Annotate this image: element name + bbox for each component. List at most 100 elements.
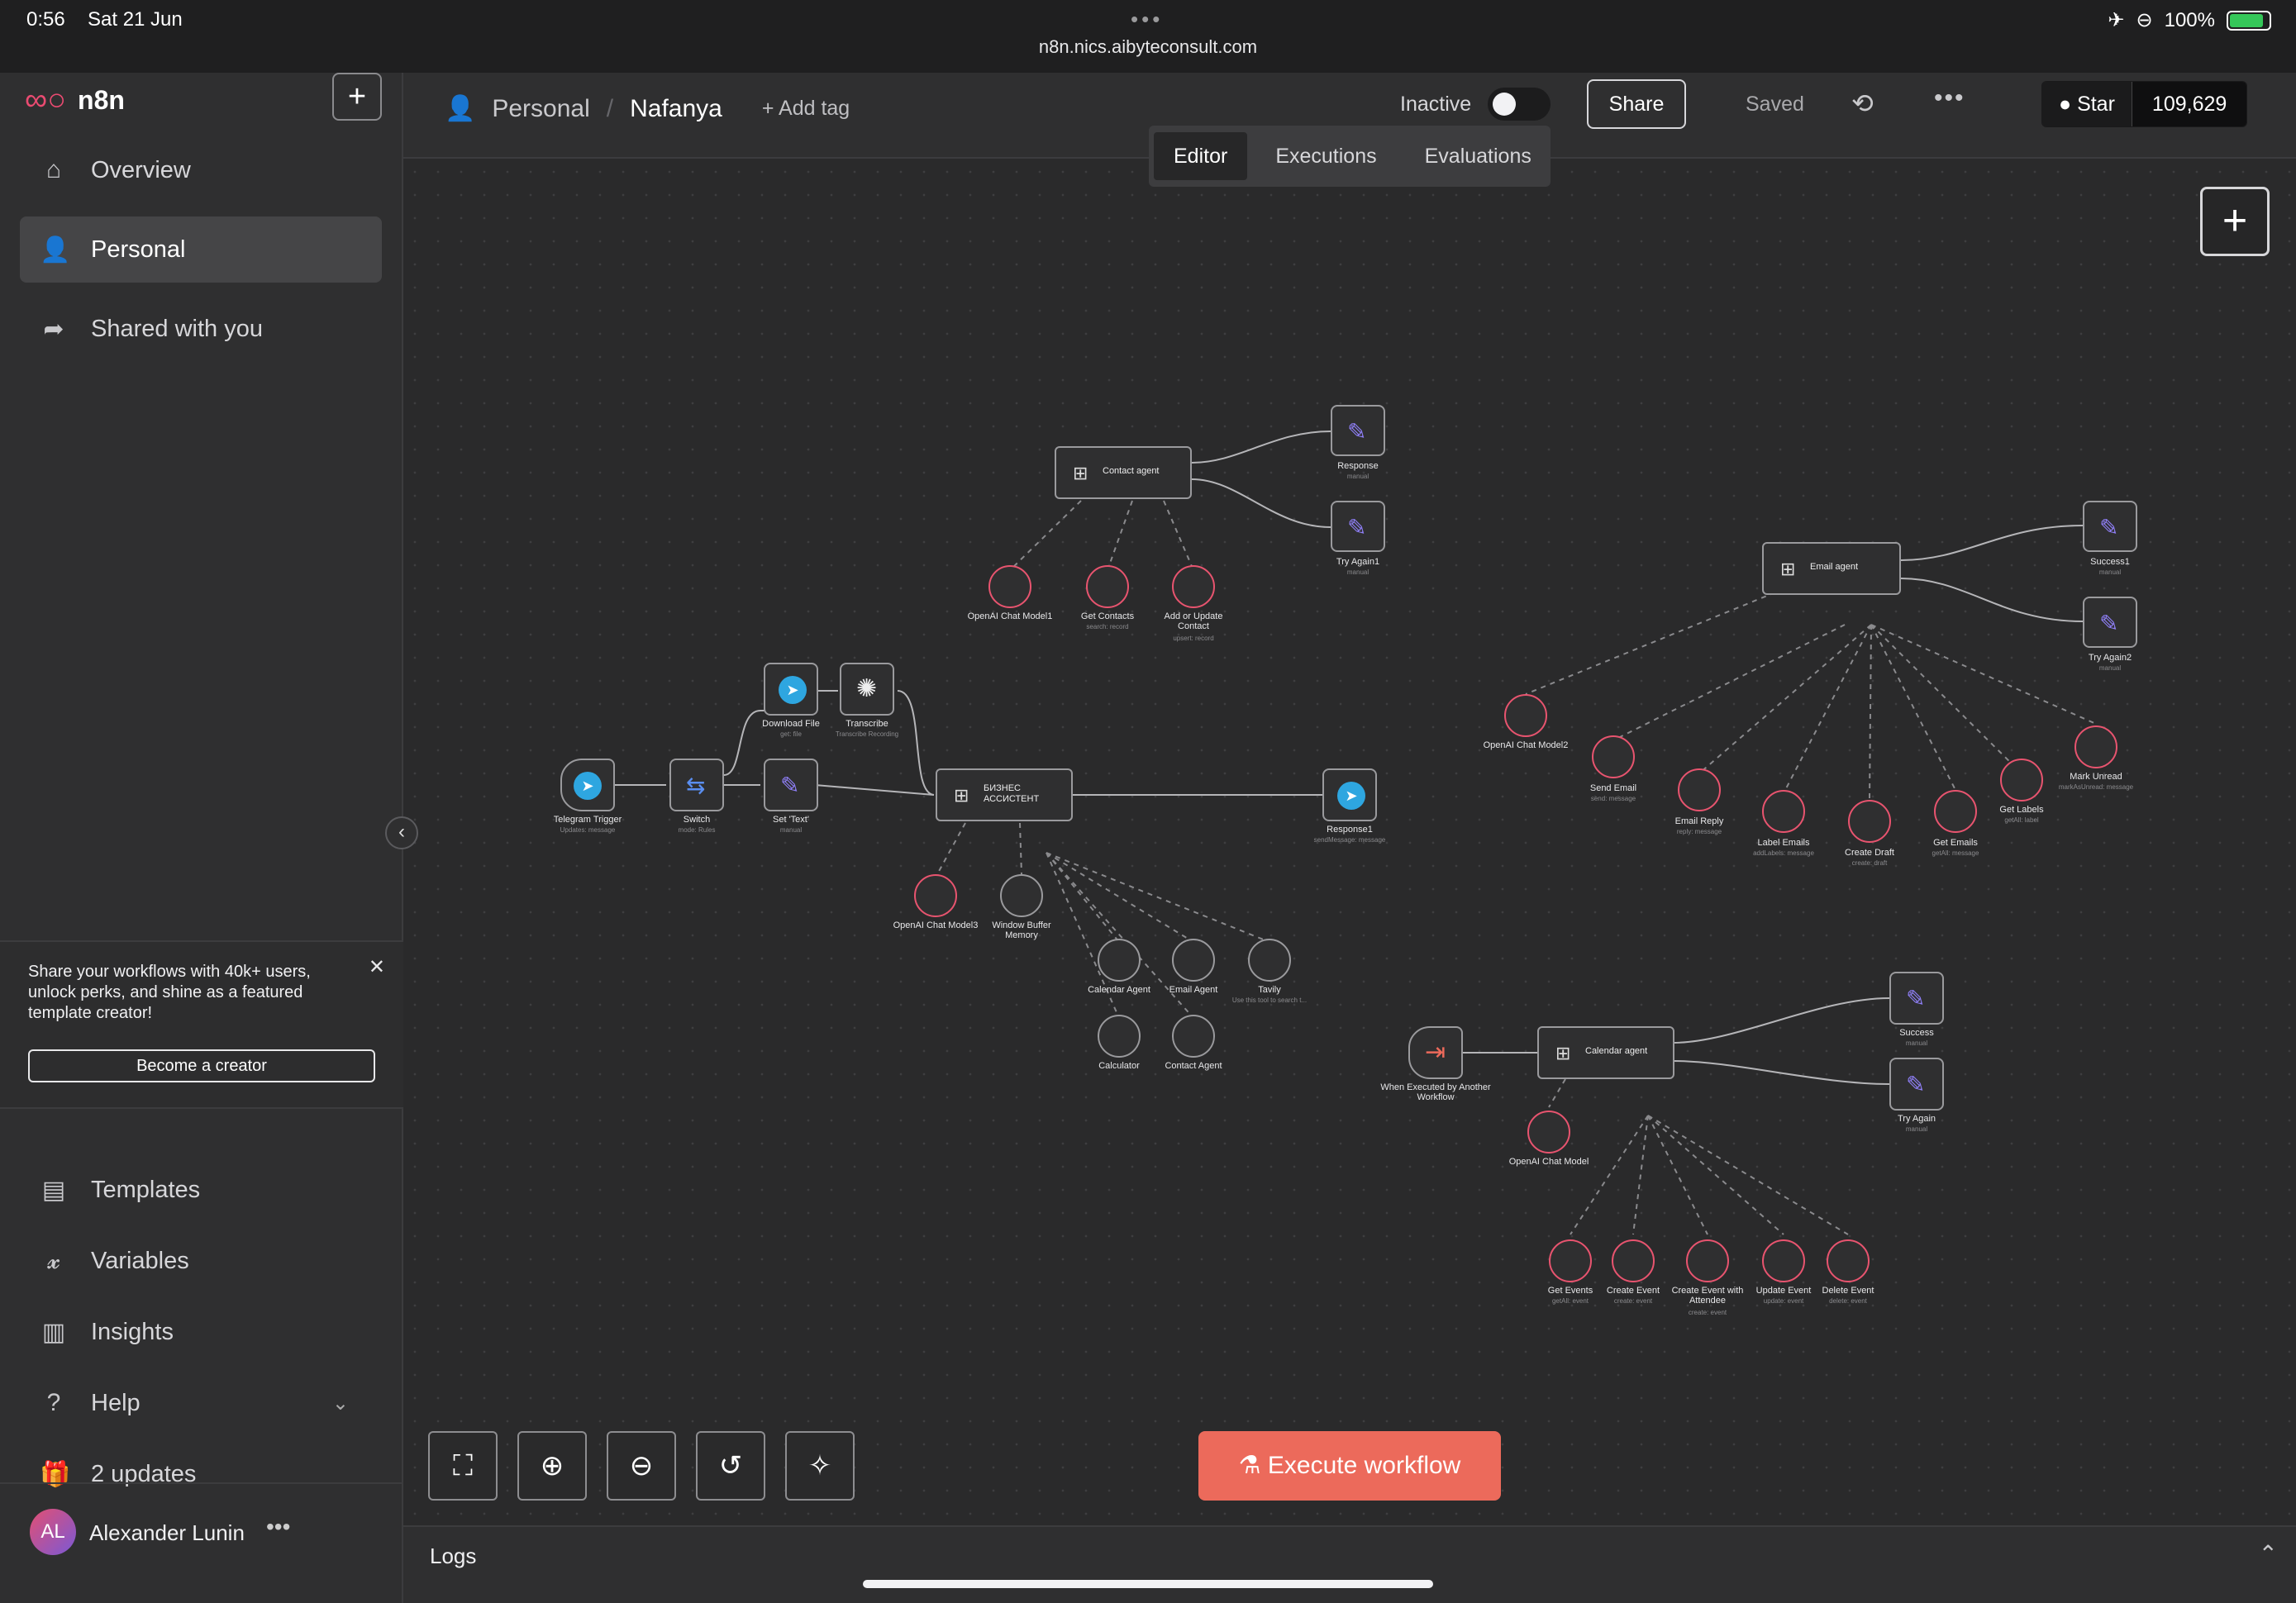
node-openai-model[interactable]: [1527, 1111, 1570, 1153]
tab-editor[interactable]: Editor: [1154, 132, 1248, 180]
node-openai-model3[interactable]: [914, 874, 957, 917]
history-icon[interactable]: ⟲: [1851, 88, 1874, 119]
node-create-event-attendee[interactable]: [1686, 1239, 1729, 1282]
sidebar-item-personal[interactable]: 👤 Personal: [20, 216, 382, 283]
breadcrumb-project[interactable]: Personal: [492, 95, 589, 123]
node-email-agent-tool[interactable]: [1172, 939, 1215, 982]
node-switch[interactable]: ⇆: [669, 759, 724, 811]
active-toggle[interactable]: [1488, 88, 1551, 121]
github-star-widget[interactable]: ● Star 109,629: [2041, 81, 2248, 127]
sidebar-item-variables[interactable]: 𝔁 Variables: [20, 1228, 382, 1294]
node-mark-unread[interactable]: [2074, 725, 2117, 768]
sidebar-item-insights[interactable]: ▥ Insights: [20, 1299, 382, 1365]
add-tag-button[interactable]: + Add tag: [762, 97, 850, 121]
robot-icon: ⊞: [954, 785, 969, 806]
node-get-contacts[interactable]: [1086, 565, 1129, 608]
github-star-button[interactable]: ● Star: [2042, 82, 2132, 126]
node-label: Success: [1899, 1028, 1934, 1038]
become-creator-button[interactable]: Become a creator: [28, 1049, 375, 1082]
share-icon: ➦: [43, 315, 64, 343]
node-download-file[interactable]: ➤: [764, 663, 818, 716]
node-subtitle: reply: message: [1676, 828, 1722, 835]
github-star-count: 109,629: [2132, 82, 2247, 126]
sidebar-item-help[interactable]: ? Help ⌄: [20, 1370, 382, 1436]
node-response1[interactable]: ➤: [1322, 768, 1377, 821]
node-label-emails[interactable]: [1762, 790, 1805, 833]
node-contact-agent-tool[interactable]: [1172, 1015, 1215, 1058]
node-update-event[interactable]: [1762, 1239, 1805, 1282]
node-success[interactable]: ✎: [1889, 972, 1944, 1025]
browser-url[interactable]: n8n.nics.aibyteconsult.com: [0, 36, 2296, 58]
insights-icon: ▥: [41, 1318, 66, 1346]
reset-zoom-button[interactable]: ↺: [696, 1431, 765, 1501]
zoom-in-button[interactable]: ⊕: [517, 1431, 587, 1501]
node-subtitle: manual: [2098, 664, 2122, 672]
zoom-out-button[interactable]: ⊖: [607, 1431, 676, 1501]
tidy-up-button[interactable]: ✧: [785, 1431, 855, 1501]
create-new-button[interactable]: +: [332, 73, 382, 121]
node-try-again1[interactable]: ✎: [1331, 501, 1385, 552]
sidebar-item-overview[interactable]: ⌂ Overview: [20, 137, 382, 203]
node-subtitle: Transcribe Recording: [835, 730, 899, 738]
node-send-email[interactable]: [1592, 735, 1635, 778]
tab-evaluations[interactable]: Evaluations: [1405, 132, 1551, 180]
avatar[interactable]: AL: [30, 1509, 76, 1555]
n8n-logo[interactable]: ∞○ n8n: [25, 83, 125, 118]
node-tavily[interactable]: [1248, 939, 1291, 982]
tab-executions[interactable]: Executions: [1255, 132, 1396, 180]
view-tabs: Editor Executions Evaluations: [1149, 126, 1551, 187]
add-node-button[interactable]: +: [2200, 187, 2270, 256]
node-try-again[interactable]: ✎: [1889, 1058, 1944, 1111]
node-create-draft[interactable]: [1848, 800, 1891, 843]
chevron-up-icon[interactable]: ⌃: [2259, 1540, 2278, 1567]
node-delete-event[interactable]: [1827, 1239, 1870, 1282]
workflow-name[interactable]: Nafanya: [630, 95, 722, 123]
node-response[interactable]: ✎: [1331, 405, 1385, 456]
node-set-text[interactable]: ✎: [764, 759, 818, 811]
sidebar-item-shared[interactable]: ➦ Shared with you: [20, 296, 382, 362]
close-icon[interactable]: ✕: [369, 955, 385, 979]
sidebar-item-templates[interactable]: ▤ Templates: [20, 1157, 382, 1223]
collapse-sidebar-icon[interactable]: ‹: [385, 816, 418, 849]
pencil-icon: ✎: [1347, 419, 1367, 445]
node-label: Mark Unread: [2070, 772, 2122, 782]
node-label: Get Emails: [1933, 838, 1978, 848]
node-get-events[interactable]: [1549, 1239, 1592, 1282]
node-email-agent[interactable]: ⊞ Email agent: [1762, 542, 1901, 595]
browser-more-icon[interactable]: •••: [1131, 7, 1163, 32]
user-profile[interactable]: AL Alexander Lunin •••: [0, 1482, 403, 1582]
node-success1[interactable]: ✎: [2083, 501, 2137, 552]
node-openai-model1[interactable]: [988, 565, 1031, 608]
node-create-event[interactable]: [1612, 1239, 1655, 1282]
execute-workflow-button[interactable]: ⚗ Execute workflow: [1198, 1431, 1501, 1501]
zoom-in-icon: ⊕: [540, 1450, 564, 1482]
node-label: Delete Event: [1822, 1286, 1874, 1296]
node-email-reply[interactable]: [1678, 768, 1721, 811]
node-calendar-agent[interactable]: ⊞ Calendar agent: [1537, 1026, 1674, 1079]
node-subtitle: markAsUnread: message: [2058, 783, 2134, 791]
node-calculator[interactable]: [1098, 1015, 1141, 1058]
share-button[interactable]: Share: [1587, 79, 1686, 129]
node-label: Response1: [1327, 825, 1373, 835]
creator-promo-text: Share your workflows with 40k+ users, un…: [28, 963, 311, 1022]
node-telegram-trigger[interactable]: ➤: [560, 759, 615, 811]
node-contact-agent[interactable]: ⊞ Contact agent: [1055, 446, 1192, 499]
node-get-emails[interactable]: [1934, 790, 1977, 833]
brand-name: n8n: [78, 85, 125, 115]
node-label: Calendar Agent: [1088, 985, 1150, 995]
node-window-buffer-memory[interactable]: [1000, 874, 1043, 917]
user-menu-icon[interactable]: •••: [266, 1514, 290, 1540]
node-openai-model2[interactable]: [1504, 694, 1547, 737]
node-business-assistant[interactable]: ⊞ БИЗНЕС АССИСТЕНТ: [936, 768, 1073, 821]
logs-panel[interactable]: Logs ⌃: [403, 1525, 2296, 1603]
more-options-icon[interactable]: •••: [1934, 84, 1965, 112]
node-subtitle: Updates: message: [560, 826, 616, 834]
fit-view-button[interactable]: ⛶: [428, 1431, 498, 1501]
node-transcribe[interactable]: ✺: [840, 663, 894, 716]
node-when-executed[interactable]: ⇥: [1408, 1026, 1463, 1079]
node-calendar-agent-tool[interactable]: [1098, 939, 1141, 982]
node-add-update-contact[interactable]: [1172, 565, 1215, 608]
node-get-labels[interactable]: [2000, 759, 2043, 802]
telegram-icon: ➤: [1337, 782, 1365, 810]
node-try-again2[interactable]: ✎: [2083, 597, 2137, 648]
